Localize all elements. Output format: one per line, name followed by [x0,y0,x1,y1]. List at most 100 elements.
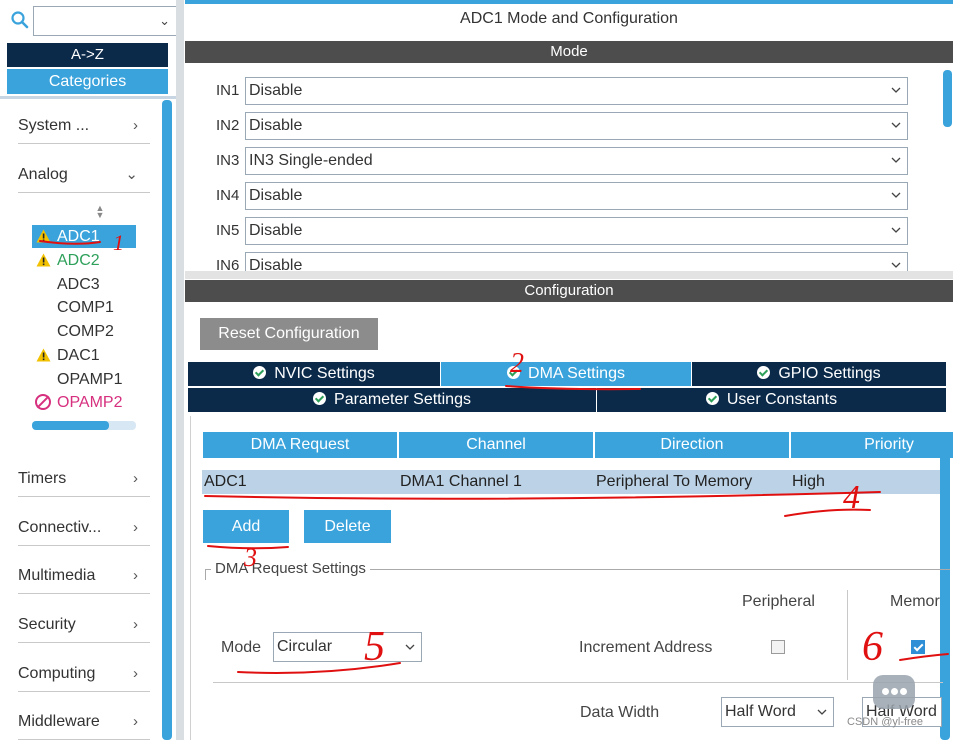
chevron-down-icon [891,87,901,93]
peripheral-label: COMP1 [57,299,114,316]
peripheral-adc1[interactable]: ADC1 [32,225,136,248]
tab-dma-settings[interactable]: DMA Settings [441,362,691,386]
peripheral-data-width-select[interactable]: Half Word [721,697,834,727]
mode-row-label: IN2 [216,117,240,134]
tab-user-constants[interactable]: User Constants [597,388,946,412]
category-label: Multimedia [18,567,96,584]
left-scrollbar[interactable] [162,100,172,740]
tab-label: DMA Settings [528,365,625,382]
memory-increment-checkbox[interactable] [911,640,925,654]
check-circle-icon [313,392,327,405]
in1-select[interactable]: Disable [245,77,908,105]
peripheral-adc2[interactable]: ADC2 [32,249,136,272]
chevron-down-icon[interactable]: ⌄ [159,13,170,29]
peripheral-dac1[interactable]: DAC1 [32,344,136,367]
mode-row-in2: IN2 Disable [185,112,925,140]
column-header-channel[interactable]: Channel [399,432,593,458]
category-label: Timers [18,470,67,487]
category-multimedia[interactable]: Multimedia › [18,558,150,594]
peripheral-label: ADC2 [57,252,100,269]
peripheral-label: OPAMP1 [57,371,123,388]
category-label: Analog [18,166,68,183]
configuration-header: Configuration [185,280,953,302]
sort-az-button[interactable]: A->Z [7,43,168,67]
mode-row-in6: IN6 Disable [185,252,925,271]
table-cell-priority[interactable]: High [790,470,940,494]
category-security[interactable]: Security › [18,607,150,643]
table-cell-direction[interactable]: Peripheral To Memory [594,470,790,494]
mode-row-in3: IN3 IN3 Single-ended [185,147,925,175]
category-connectivity[interactable]: Connectiv... › [18,510,150,546]
search-icon[interactable] [10,10,30,30]
in5-select[interactable]: Disable [245,217,908,245]
chevron-right-icon: › [133,616,138,633]
category-label: Computing [18,665,96,682]
in6-select[interactable]: Disable [245,252,908,271]
search-input[interactable]: ⌄ [33,6,177,36]
category-timers[interactable]: Timers › [18,461,150,497]
analog-list-scrollbar[interactable] [32,421,136,430]
in2-select[interactable]: Disable [245,112,908,140]
category-computing[interactable]: Computing › [18,656,150,692]
chevron-down-icon [891,262,901,268]
select-value: Disable [249,82,303,99]
table-cell-dma-request[interactable]: ADC1 [202,470,398,494]
peripheral-adc3[interactable]: ADC3 [32,273,136,296]
forbidden-icon [35,394,51,410]
category-analog[interactable]: Analog ⌄ [18,157,150,193]
panel-splitter[interactable] [176,0,184,740]
table-cell-channel[interactable]: DMA1 Channel 1 [398,470,594,494]
category-label: Middleware [18,713,100,730]
peripheral-increment-checkbox[interactable] [771,640,785,654]
top-accent-bar [185,0,953,4]
peripheral-comp2[interactable]: COMP2 [32,320,136,343]
select-value: Circular [277,638,333,655]
tab-label: User Constants [726,391,838,408]
peripheral-opamp1[interactable]: OPAMP1 [32,368,136,391]
tab-parameter-settings[interactable]: Parameter Settings [188,388,596,412]
category-label: System ... [18,117,90,134]
delete-button[interactable]: Delete [304,510,391,543]
check-circle-icon [507,366,521,379]
mode-row-label: IN3 [216,152,240,169]
scrollbar-thumb[interactable] [32,421,109,430]
pane-splitter[interactable] [185,271,953,279]
tab-gpio-settings[interactable]: GPIO Settings [692,362,946,386]
mode-row-label: IN6 [216,257,240,271]
categories-button[interactable]: Categories [7,69,168,94]
in3-select[interactable]: IN3 Single-ended [245,147,908,175]
scroll-up-icon[interactable]: ▲ ▼ [94,204,106,220]
column-header-direction[interactable]: Direction [595,432,789,458]
column-header-priority[interactable]: Priority [791,432,953,458]
reset-configuration-button[interactable]: Reset Configuration [200,318,378,350]
chevron-right-icon: › [133,519,138,536]
peripheral-comp1[interactable]: COMP1 [32,296,136,319]
in4-select[interactable]: Disable [245,182,908,210]
mode-list: IN1 Disable IN2 Disable IN3 IN3 Single-e… [185,64,953,271]
chevron-down-icon [891,227,901,233]
group-title: DMA Request Settings [211,560,370,577]
add-button[interactable]: Add [203,510,289,543]
peripheral-label: ADC3 [57,276,100,293]
peripheral-label: COMP2 [57,323,114,340]
chevron-down-icon: ⌄ [125,166,138,183]
select-value: Disable [249,187,303,204]
dma-mode-select[interactable]: Circular [273,632,422,662]
category-middleware[interactable]: Middleware › [18,704,150,740]
increment-address-label: Increment Address [579,639,713,656]
peripheral-label: OPAMP2 [57,394,123,411]
category-system-core[interactable]: System ... › [18,108,150,144]
peripheral-opamp2[interactable]: OPAMP2 [32,391,136,414]
column-header-dma-request[interactable]: DMA Request [203,432,397,458]
warning-icon [36,253,51,267]
chevron-down-icon [891,122,901,128]
chevron-right-icon: › [133,665,138,682]
tab-label: NVIC Settings [274,365,375,382]
memory-column-label: Memor [890,593,940,610]
mode-scrollbar[interactable] [943,70,952,127]
chat-bubble-icon[interactable] [873,675,915,709]
mode-row-in4: IN4 Disable [185,182,925,210]
watermark: CSDN @yl-free [847,716,923,728]
tab-nvic-settings[interactable]: NVIC Settings [188,362,440,386]
select-value: IN3 Single-ended [249,152,373,169]
